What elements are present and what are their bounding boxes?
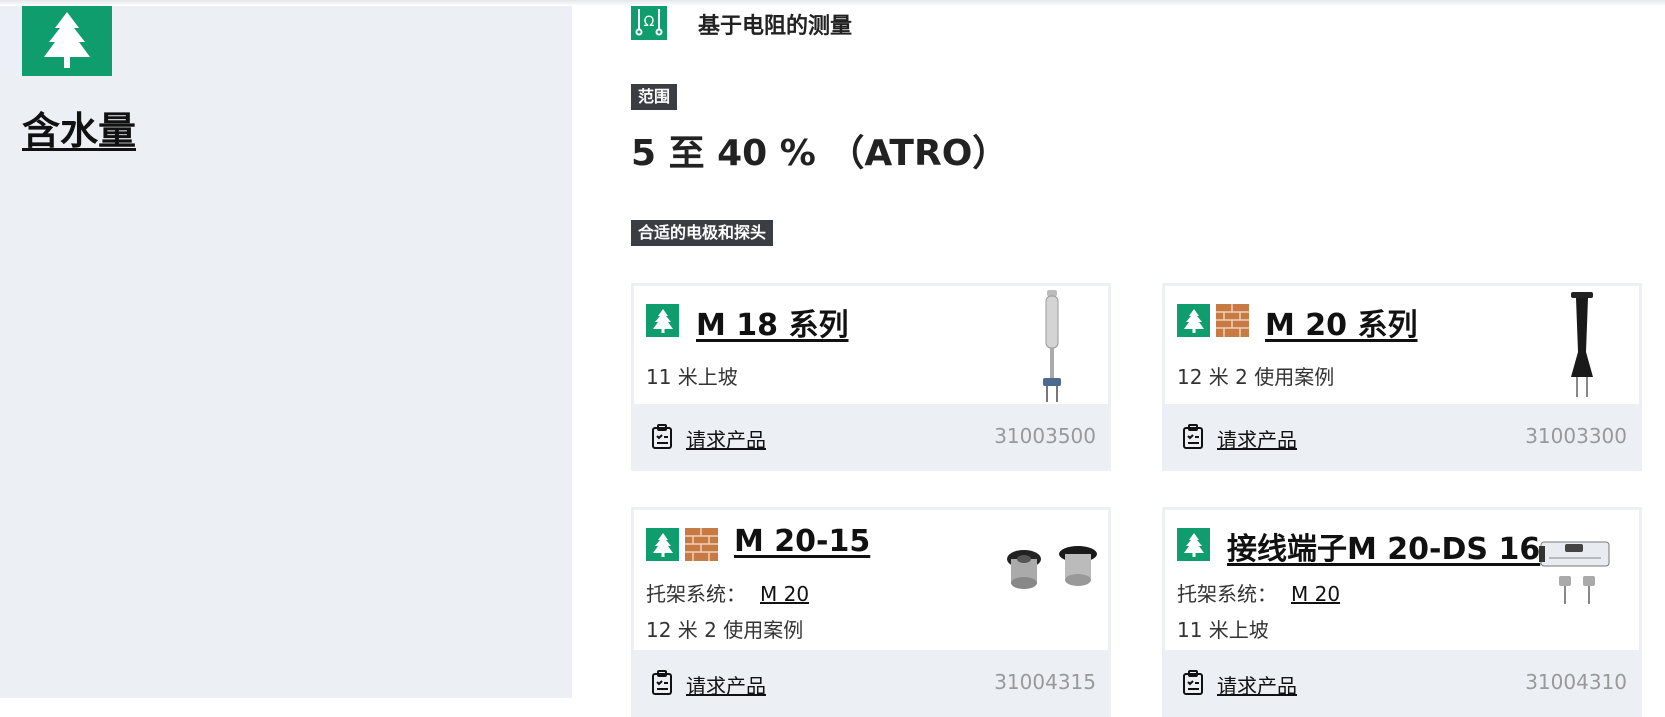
product-detail: 11 米上坡 xyxy=(1177,618,1269,642)
method-label: 基于电阻的测量 xyxy=(698,14,853,39)
clipboard-icon xyxy=(652,424,672,449)
card-footer: 请求产品 31004310 xyxy=(1165,650,1639,714)
article-number: 31004310 xyxy=(1525,670,1627,694)
probes-badge: 合适的电极和探头 xyxy=(631,220,774,246)
probe-image xyxy=(1565,292,1599,406)
product-title[interactable]: M 20-15 xyxy=(734,524,870,559)
brick-icon xyxy=(685,528,718,561)
holder-link[interactable]: M 20 xyxy=(760,582,809,606)
adapter-image xyxy=(1002,544,1100,598)
holder-system: 托架系统： M 20 xyxy=(646,578,809,607)
card-footer: 请求产品 31003500 xyxy=(634,404,1108,468)
holder-system: 托架系统： M 20 xyxy=(1177,578,1340,607)
tree-icon xyxy=(646,304,679,337)
product-title[interactable]: M 20 系列 xyxy=(1265,300,1418,344)
product-title[interactable]: 接线端子M 20-DS 16 xyxy=(1227,524,1540,568)
tree-icon xyxy=(646,528,679,561)
tree-icon xyxy=(22,4,112,76)
request-product-link[interactable]: 请求产品 xyxy=(686,424,766,453)
holder-label: 托架系统： xyxy=(1177,582,1277,606)
card-footer: 请求产品 31003300 xyxy=(1165,404,1639,468)
article-number: 31003500 xyxy=(994,424,1096,448)
main-content: Ω 基于电阻的测量 范围 5 至 40 % （ATRO） 合适的电极和探头 M … xyxy=(572,0,1665,717)
sidebar: 含水量 xyxy=(0,0,572,698)
article-number: 31003300 xyxy=(1525,424,1627,448)
card-footer: 请求产品 31004315 xyxy=(634,650,1108,714)
ohm-measurement-icon: Ω xyxy=(631,4,667,40)
range-value: 5 至 40 % （ATRO） xyxy=(631,133,1009,174)
probe-image xyxy=(1037,290,1067,409)
product-card: 接线端子M 20-DS 16 托架系统： M 20 11 米上坡 请求产品 310… xyxy=(1162,507,1642,717)
page-title[interactable]: 含水量 xyxy=(22,100,136,155)
request-product-link[interactable]: 请求产品 xyxy=(1217,424,1297,453)
product-detail: 11 米上坡 xyxy=(646,365,738,389)
clipboard-icon xyxy=(1183,670,1203,695)
product-card: M 18 系列 11 米上坡 请求产品 31003500 xyxy=(631,283,1111,471)
product-card: M 20-15 托架系统： M 20 12 米 2 使用案例 请求产品 31004… xyxy=(631,507,1111,717)
product-card: M 20 系列 12 米 2 使用案例 请求产品 31003300 xyxy=(1162,283,1642,471)
product-title[interactable]: M 18 系列 xyxy=(696,300,849,344)
clipboard-icon xyxy=(1183,424,1203,449)
product-detail: 12 米 2 使用案例 xyxy=(1177,365,1335,389)
svg-text:Ω: Ω xyxy=(644,14,655,30)
tree-icon xyxy=(1177,304,1210,337)
holder-link[interactable]: M 20 xyxy=(1291,582,1340,606)
brick-icon xyxy=(1216,304,1249,337)
holder-label: 托架系统： xyxy=(646,582,746,606)
request-product-link[interactable]: 请求产品 xyxy=(1217,670,1297,699)
top-shadow xyxy=(0,0,1665,6)
request-product-link[interactable]: 请求产品 xyxy=(686,670,766,699)
article-number: 31004315 xyxy=(994,670,1096,694)
terminal-image xyxy=(1539,538,1611,612)
range-badge: 范围 xyxy=(631,84,678,110)
tree-icon xyxy=(1177,528,1210,561)
product-detail: 12 米 2 使用案例 xyxy=(646,618,804,642)
clipboard-icon xyxy=(652,670,672,695)
